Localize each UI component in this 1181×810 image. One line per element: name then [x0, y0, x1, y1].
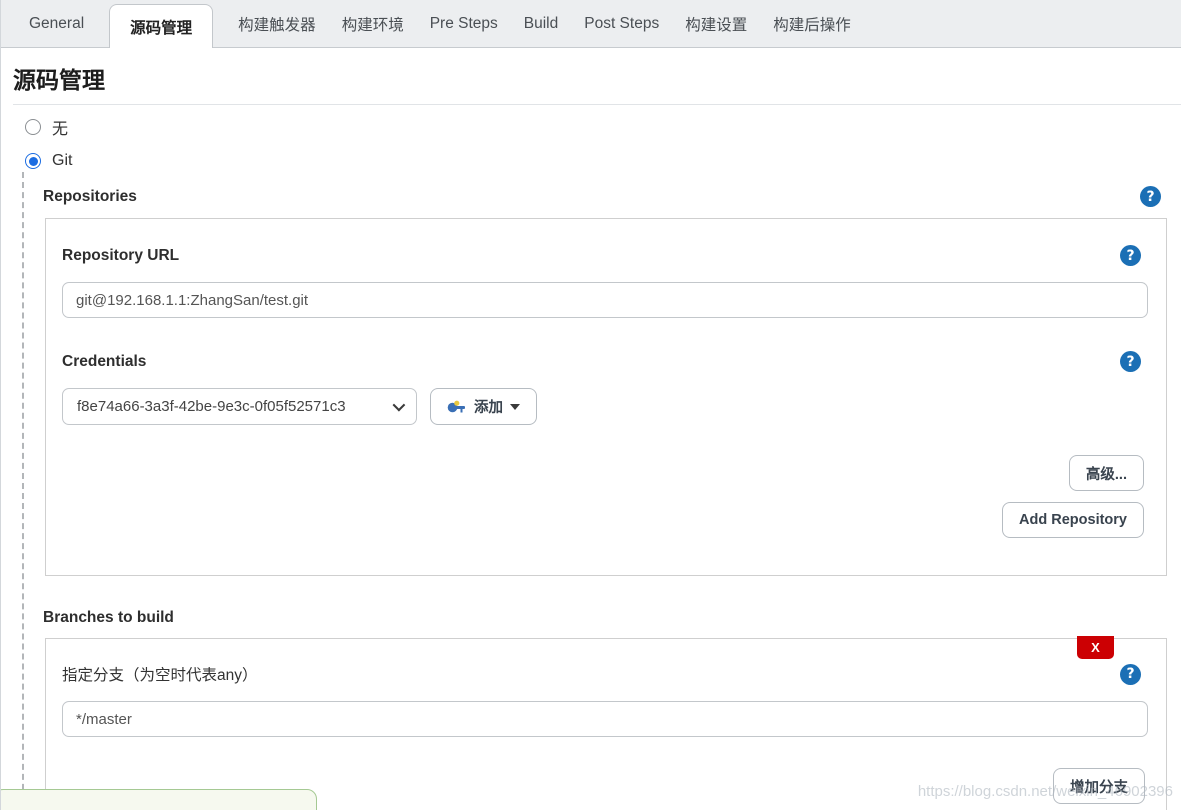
chevron-down-icon — [393, 399, 406, 412]
jenkins-config-screen: General 源码管理 构建触发器 构建环境 Pre Steps Build … — [0, 0, 1181, 810]
repositories-box: Repository URL ? Credentials ? f8e74a66-… — [45, 218, 1167, 576]
key-icon — [447, 400, 467, 414]
tab-build-settings[interactable]: 构建设置 — [672, 13, 760, 35]
credentials-selected-value: f8e74a66-3a3f-42be-9e3c-0f05f52571c3 — [77, 398, 346, 415]
tab-build-environment[interactable]: 构建环境 — [329, 13, 417, 35]
credentials-header: Credentials ? — [62, 351, 1148, 372]
tab-source-code-management[interactable]: 源码管理 — [109, 4, 213, 48]
advanced-button[interactable]: 高级... — [1069, 455, 1144, 491]
help-icon[interactable]: ? — [1140, 186, 1161, 207]
branch-spec-label: 指定分支（为空时代表any） — [62, 663, 258, 685]
tab-build-triggers[interactable]: 构建触发器 — [225, 13, 329, 35]
config-content: 源码管理 无 Git Repositories ? Repository URL… — [1, 48, 1181, 810]
tab-general[interactable]: General — [16, 15, 97, 33]
section-dashed-guide-line — [22, 172, 24, 810]
branches-to-build-label: Branches to build — [43, 609, 174, 627]
tab-pre-steps[interactable]: Pre Steps — [417, 15, 511, 33]
branch-spec-header: 指定分支（为空时代表any） ? — [62, 663, 1148, 685]
radio-none-circle[interactable] — [25, 119, 41, 135]
add-repository-button[interactable]: Add Repository — [1002, 502, 1144, 538]
repositories-label: Repositories — [43, 188, 137, 206]
repository-url-input[interactable] — [62, 282, 1148, 318]
tab-post-steps[interactable]: Post Steps — [571, 15, 672, 33]
help-icon[interactable]: ? — [1120, 351, 1141, 372]
add-credentials-button[interactable]: 添加 — [430, 388, 537, 425]
radio-git-circle[interactable] — [25, 153, 41, 169]
branches-section: Branches to build X 指定分支（为空时代表any） ? 增加分… — [1, 609, 1181, 810]
radio-git-label: Git — [52, 152, 72, 170]
scm-radio-git[interactable]: Git — [25, 152, 1181, 170]
delete-branch-button[interactable]: X — [1077, 636, 1114, 659]
credentials-label: Credentials — [62, 353, 146, 371]
radio-none-label: 无 — [52, 115, 68, 139]
scm-radio-group: 无 Git — [25, 118, 1181, 170]
page-title: 源码管理 — [13, 61, 1181, 95]
add-credentials-label: 添加 — [474, 396, 503, 417]
repository-url-header: Repository URL ? — [62, 245, 1148, 266]
config-tab-bar: General 源码管理 构建触发器 构建环境 Pre Steps Build … — [1, 0, 1181, 48]
csdn-watermark: https://blog.csdn.net/weixin_46902396 — [918, 783, 1173, 800]
notification-toast — [0, 789, 317, 810]
repository-buttons: 高级... Add Repository — [62, 455, 1148, 538]
scm-radio-none[interactable]: 无 — [25, 118, 1181, 136]
branch-spec-input[interactable] — [62, 701, 1148, 737]
repositories-header: Repositories ? — [43, 186, 1161, 207]
tab-post-build-actions[interactable]: 构建后操作 — [760, 13, 864, 35]
credentials-row: f8e74a66-3a3f-42be-9e3c-0f05f52571c3 添加 — [62, 388, 1148, 425]
branches-header: Branches to build — [43, 609, 1161, 627]
credentials-select[interactable]: f8e74a66-3a3f-42be-9e3c-0f05f52571c3 — [62, 388, 417, 425]
tab-build[interactable]: Build — [511, 15, 571, 33]
repository-url-label: Repository URL — [62, 247, 179, 265]
help-icon[interactable]: ? — [1120, 245, 1141, 266]
help-icon[interactable]: ? — [1120, 664, 1141, 685]
title-divider — [13, 104, 1181, 105]
caret-down-icon — [510, 404, 520, 410]
